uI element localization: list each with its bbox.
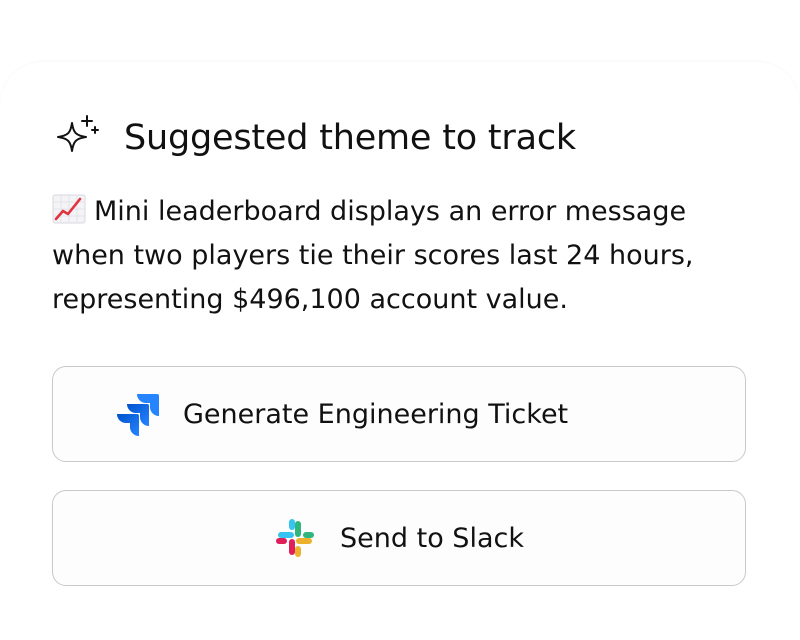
chart-increasing-emoji-icon — [52, 194, 86, 224]
card-title: Suggested theme to track — [124, 118, 576, 158]
suggestion-message-text: Mini leaderboard displays an error messa… — [52, 196, 694, 315]
generate-engineering-ticket-button[interactable]: Generate Engineering Ticket — [52, 366, 746, 462]
jira-icon — [115, 392, 159, 436]
send-to-slack-button[interactable]: Send to Slack — [52, 490, 746, 586]
suggestion-message: Mini leaderboard displays an error messa… — [52, 190, 752, 322]
generate-engineering-ticket-label: Generate Engineering Ticket — [183, 398, 569, 430]
sparkle-icon — [57, 115, 99, 152]
card-header: Suggested theme to track — [52, 112, 576, 164]
slack-icon — [274, 517, 316, 559]
send-to-slack-label: Send to Slack — [340, 522, 524, 554]
